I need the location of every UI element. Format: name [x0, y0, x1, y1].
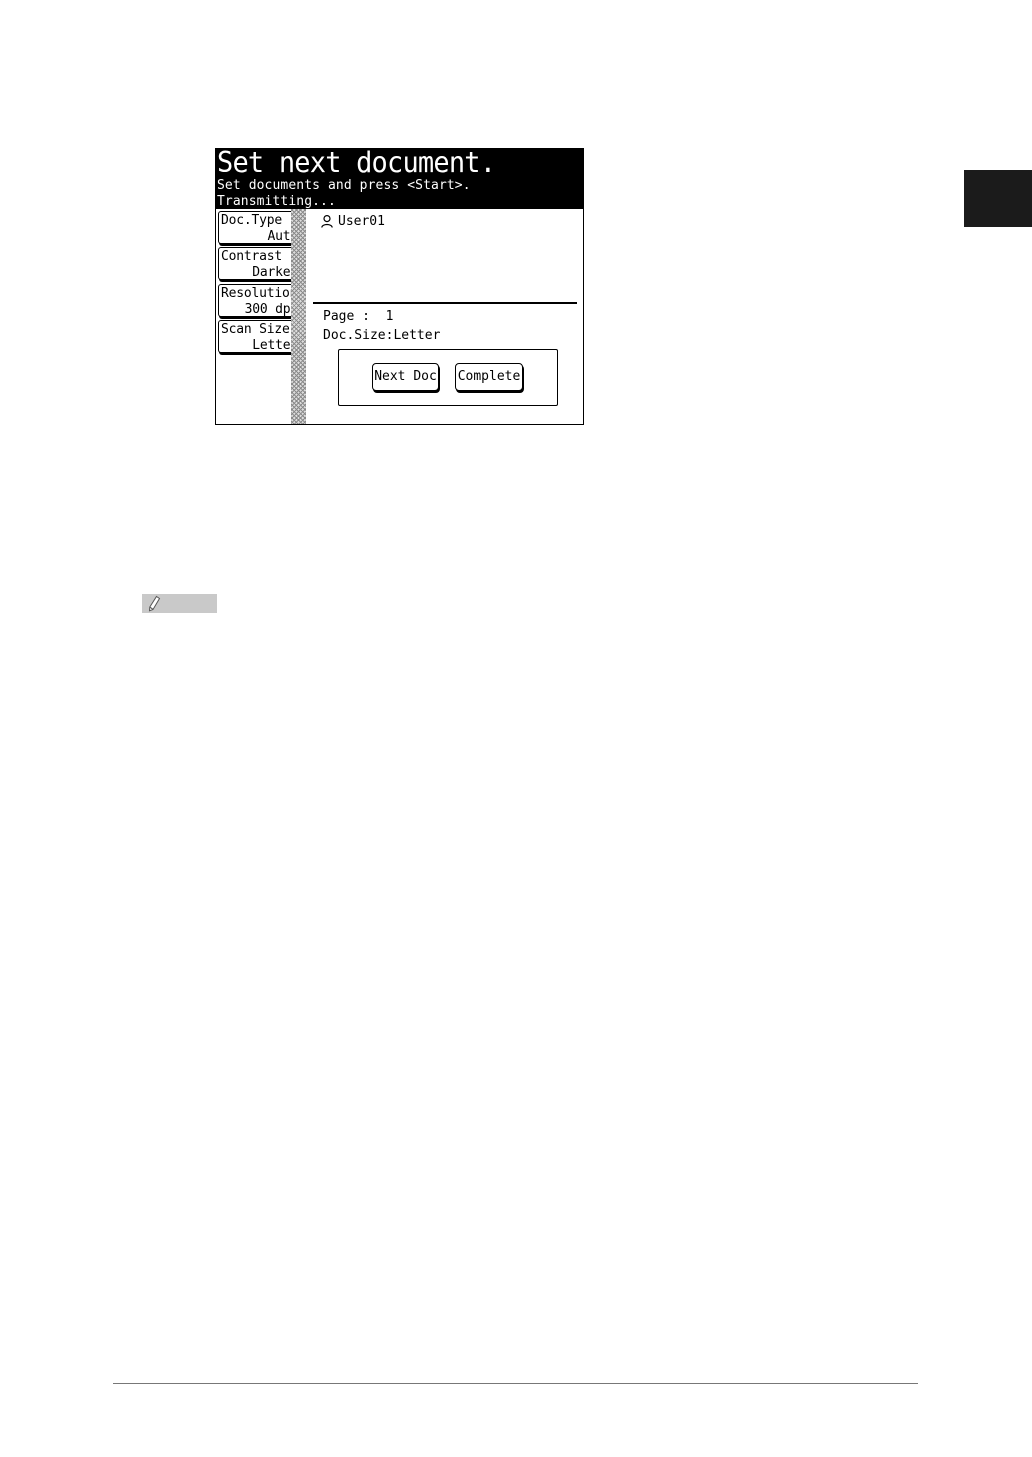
resolution-button[interactable]: Resolution 300 dpi	[218, 284, 301, 317]
person-icon	[321, 215, 333, 228]
complete-button[interactable]: Complete	[455, 363, 523, 391]
doc-size-info: Doc.Size:Letter	[323, 327, 440, 344]
doc-type-label: Doc.Type	[221, 213, 283, 228]
screen-message: Set documents and press <Start>.	[217, 178, 471, 193]
scan-size-button[interactable]: Scan Size Letter	[218, 320, 301, 353]
doc-type-button[interactable]: Doc.Type Auto	[218, 211, 301, 244]
page-value: 1	[385, 309, 394, 324]
screen-status: Transmitting...	[217, 194, 336, 209]
pencil-note-icon	[148, 595, 161, 612]
settings-scrollbar[interactable]	[291, 209, 306, 424]
user-name: User01	[338, 214, 385, 229]
page-label: Page :	[323, 309, 370, 324]
main-pane: User01 Page : 1 Doc.Size:Letter Next Doc…	[308, 209, 583, 424]
note-badge	[142, 594, 217, 613]
next-doc-button[interactable]: Next Doc	[372, 363, 439, 391]
resolution-value: 300 dpi	[244, 302, 299, 317]
doc-size-label: Doc.Size:	[323, 328, 394, 343]
page-info: Page : 1	[323, 308, 393, 325]
contrast-button[interactable]: Contrast Darker	[218, 247, 301, 280]
divider	[313, 302, 577, 304]
contrast-label: Contrast	[221, 249, 283, 264]
doc-size-value: Letter	[393, 328, 441, 343]
resolution-label: Resolution	[221, 286, 298, 301]
chapter-tab	[964, 170, 1032, 227]
scan-size-label: Scan Size	[221, 322, 290, 337]
screen-title: Set next document.	[217, 148, 496, 180]
footer-rule	[113, 1383, 918, 1384]
screen-header: Set next document. Set documents and pre…	[216, 149, 583, 209]
action-panel: Next Doc Complete	[338, 349, 558, 406]
device-screen: Set next document. Set documents and pre…	[215, 148, 584, 425]
